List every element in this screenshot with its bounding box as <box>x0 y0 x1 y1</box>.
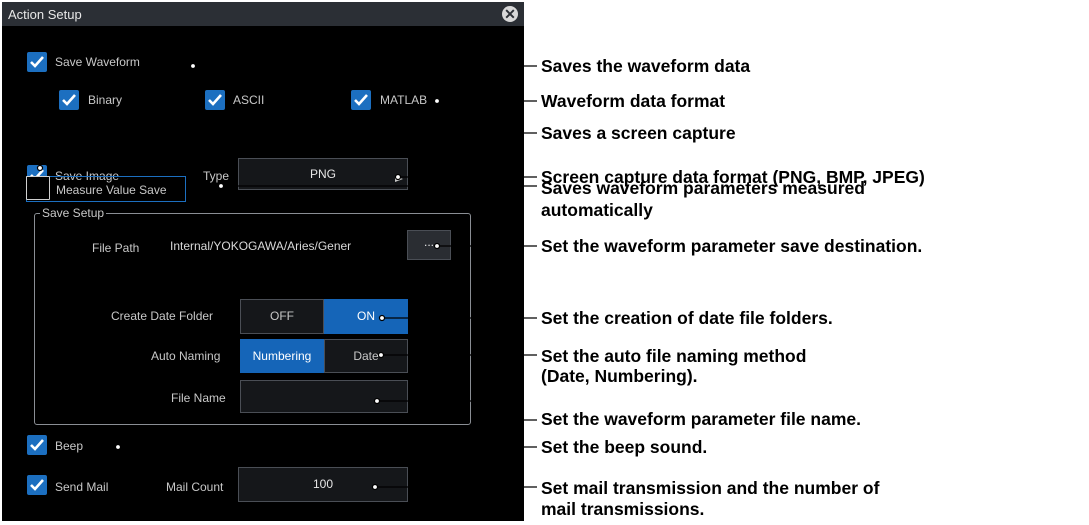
annotation-screen-capture: Saves a screen capture <box>541 123 736 143</box>
annotation-date-folders: Set the creation of date file folders. <box>541 308 833 328</box>
annotation-auto-naming-line2: (Date, Numbering). <box>541 366 698 386</box>
annotation-save-destination: Set the waveform parameter save destinat… <box>541 236 923 256</box>
annotation-measure-save-line2: automatically <box>541 200 653 220</box>
annotation-mail-line1: Set mail transmission and the number of <box>541 478 880 498</box>
annotation-beep: Set the beep sound. <box>541 437 708 457</box>
annotation-waveform-format: Waveform data format <box>541 91 726 111</box>
annotation-save-waveform: Saves the waveform data <box>541 56 751 76</box>
annotation-file-name: Set the waveform parameter file name. <box>541 409 861 429</box>
annotation-mail-line2: mail transmissions. <box>541 499 705 519</box>
annotation-measure-save-line1: Saves waveform parameters measured <box>541 178 865 198</box>
annotation-auto-naming-line1: Set the auto file naming method <box>541 346 807 366</box>
